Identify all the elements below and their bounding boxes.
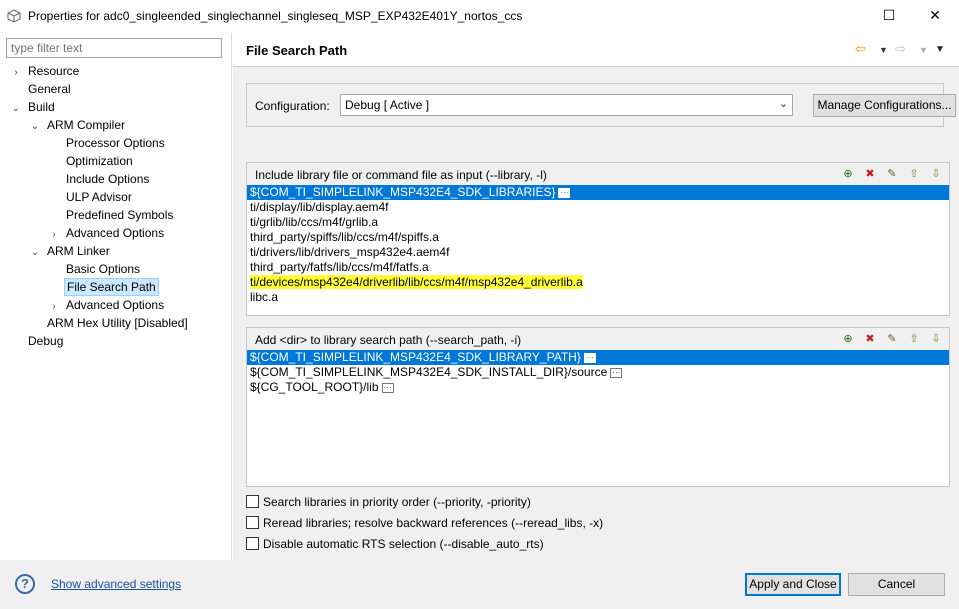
sidebar-item-general[interactable]: General [10, 80, 73, 98]
list-item[interactable]: third_party/fatfs/lib/ccs/m4f/fatfs.a [247, 260, 949, 275]
library-panel: Include library file or command file as … [246, 162, 950, 316]
window-title: Properties for adc0_singleended_singlech… [28, 9, 523, 23]
checkbox-box[interactable] [246, 537, 259, 550]
sidebar-item-build[interactable]: ⌄ Build [10, 98, 57, 116]
sidebar-item-compiler-advanced-options[interactable]: › Advanced Options [48, 224, 166, 242]
forward-arrow-icon[interactable]: ⇨ [895, 41, 906, 57]
forward-dropdown-icon[interactable]: ▼ [919, 45, 928, 55]
sidebar-item-arm-compiler[interactable]: ⌄ ARM Compiler [29, 116, 127, 134]
ellipsis-icon[interactable]: ··· [381, 382, 394, 393]
list-item[interactable]: ti/devices/msp432e4/driverlib/lib/ccs/m4… [247, 275, 949, 290]
search-path-panel-title: Add <dir> to library search path (--sear… [255, 333, 522, 347]
search-path-panel: Add <dir> to library search path (--sear… [246, 327, 950, 487]
ellipsis-icon[interactable]: ··· [610, 367, 623, 378]
search-path-list: ${COM_TI_SIMPLELINK_MSP432E4_SDK_LIBRARY… [247, 350, 949, 395]
list-item[interactable]: ${COM_TI_SIMPLELINK_MSP432E4_SDK_LIBRARY… [247, 350, 949, 365]
checkbox-box[interactable] [246, 495, 259, 508]
maximize-icon: ☐ [882, 7, 896, 23]
view-menu-icon[interactable]: ▼ [935, 44, 945, 55]
configuration-value: Debug [ Active ] [345, 98, 430, 112]
chevron-down-icon: ⌄ [778, 98, 788, 110]
app-icon [7, 9, 21, 23]
page-title: File Search Path [246, 43, 348, 58]
collapse-chevron-icon[interactable]: ⌄ [10, 100, 22, 118]
dialog-footer: ? Show advanced settings Apply and Close… [0, 560, 959, 609]
highlighted-text: ti/devices/msp432e4/driverlib/lib/ccs/m4… [250, 275, 583, 289]
sidebar-item-ulp-advisor[interactable]: ULP Advisor [48, 188, 134, 206]
list-item[interactable]: ${COM_TI_SIMPLELINK_MSP432E4_SDK_LIBRARI… [247, 185, 949, 200]
configuration-select[interactable]: Debug [ Active ] ⌄ [340, 94, 793, 116]
add-icon[interactable]: ⊕ [839, 331, 857, 347]
close-icon: ✕ [929, 7, 941, 23]
help-icon[interactable]: ? [15, 574, 35, 594]
filter-input[interactable] [6, 38, 222, 58]
list-item[interactable]: libc.a [247, 290, 949, 305]
close-button[interactable]: ✕ [912, 0, 958, 31]
sidebar-item-processor-options[interactable]: Processor Options [48, 134, 167, 152]
sidebar: ›Resource General ⌄Build ⌄ARM Compiler P… [0, 33, 232, 560]
back-dropdown-icon[interactable]: ▼ [879, 45, 888, 55]
edit-icon[interactable]: ✎ [883, 331, 901, 347]
search-path-toolbar: ⊕ ✖ ✎ ⇧ ⇩ [839, 331, 945, 347]
add-icon[interactable]: ⊕ [839, 166, 857, 182]
main-panel: File Search Path ⇦ ▼ ⇨ ▼ ▼ Configuration… [233, 33, 959, 560]
list-item[interactable]: ${CG_TOOL_ROOT}/lib ··· [247, 380, 949, 395]
list-item[interactable]: third_party/spiffs/lib/ccs/m4f/spiffs.a [247, 230, 949, 245]
move-up-icon[interactable]: ⇧ [905, 331, 923, 347]
move-up-icon[interactable]: ⇧ [905, 166, 923, 182]
sidebar-item-optimization[interactable]: Optimization [48, 152, 135, 170]
move-down-icon[interactable]: ⇩ [927, 166, 945, 182]
delete-icon[interactable]: ✖ [861, 331, 879, 347]
collapse-chevron-icon[interactable]: ⌄ [29, 118, 41, 136]
list-item[interactable]: ti/grlib/lib/ccs/m4f/grlib.a [247, 215, 949, 230]
ellipsis-icon[interactable]: ··· [583, 352, 596, 363]
sidebar-item-basic-options[interactable]: Basic Options [48, 260, 142, 278]
reread-checkbox[interactable]: Reread libraries; resolve backward refer… [246, 515, 603, 531]
edit-icon[interactable]: ✎ [883, 166, 901, 182]
sidebar-item-file-search-path[interactable]: File Search Path [48, 278, 159, 296]
show-advanced-settings-link[interactable]: Show advanced settings [51, 577, 181, 591]
priority-checkbox[interactable]: Search libraries in priority order (--pr… [246, 494, 531, 510]
sidebar-item-include-options[interactable]: Include Options [48, 170, 151, 188]
library-list: ${COM_TI_SIMPLELINK_MSP432E4_SDK_LIBRARI… [247, 185, 949, 305]
maximize-button[interactable]: ☐ [866, 0, 912, 31]
checkbox-box[interactable] [246, 516, 259, 529]
sidebar-item-linker-advanced-options[interactable]: › Advanced Options [48, 296, 166, 314]
apply-and-close-button[interactable]: Apply and Close [745, 573, 841, 596]
page-header: File Search Path ⇦ ▼ ⇨ ▼ ▼ [233, 33, 959, 67]
sidebar-item-arm-linker[interactable]: ⌄ ARM Linker [29, 242, 112, 260]
window-titlebar: Properties for adc0_singleended_singlech… [0, 0, 959, 33]
list-item[interactable]: ti/display/lib/display.aem4f [247, 200, 949, 215]
move-down-icon[interactable]: ⇩ [927, 331, 945, 347]
collapse-chevron-icon[interactable]: ⌄ [29, 244, 41, 262]
list-item[interactable]: ${COM_TI_SIMPLELINK_MSP432E4_SDK_INSTALL… [247, 365, 949, 380]
sidebar-item-predefined-symbols[interactable]: Predefined Symbols [48, 206, 175, 224]
list-item[interactable]: ti/drivers/lib/drivers_msp432e4.aem4f [247, 245, 949, 260]
configuration-group: Configuration: Debug [ Active ] ⌄ Manage… [246, 83, 956, 127]
disable-rts-checkbox[interactable]: Disable automatic RTS selection (--disab… [246, 536, 544, 552]
library-toolbar: ⊕ ✖ ✎ ⇧ ⇩ [839, 166, 945, 182]
sidebar-item-resource[interactable]: › Resource [10, 62, 81, 80]
sidebar-item-arm-hex-utility[interactable]: ARM Hex Utility [Disabled] [29, 314, 190, 332]
delete-icon[interactable]: ✖ [861, 166, 879, 182]
sidebar-item-debug[interactable]: Debug [10, 332, 65, 350]
search-path-panel-header: Add <dir> to library search path (--sear… [247, 328, 949, 350]
library-panel-header: Include library file or command file as … [247, 163, 949, 185]
back-arrow-icon[interactable]: ⇦ [855, 41, 866, 57]
manage-configurations-button[interactable]: Manage Configurations... [813, 94, 956, 117]
library-panel-title: Include library file or command file as … [255, 168, 547, 182]
ellipsis-icon[interactable]: ··· [558, 187, 571, 198]
cancel-button[interactable]: Cancel [848, 573, 945, 596]
configuration-label: Configuration: [255, 99, 330, 113]
